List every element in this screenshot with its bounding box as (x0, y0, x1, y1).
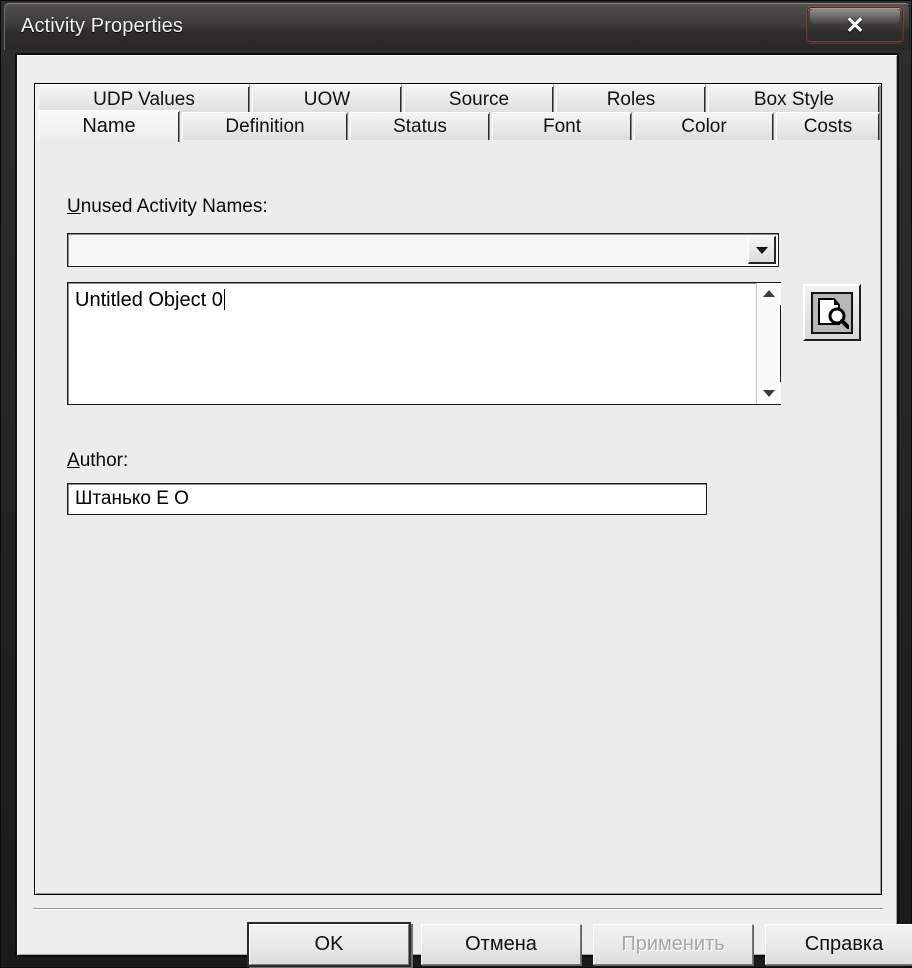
tab-source[interactable]: Source (404, 85, 554, 113)
ok-button-label: OK (314, 933, 344, 955)
activity-name-text: Untitled Object 0 (75, 289, 223, 311)
unused-activity-names-accel: U (67, 196, 81, 217)
activity-name-scrollbar[interactable] (756, 283, 781, 404)
document-magnifier-icon (811, 291, 853, 334)
tab-definition[interactable]: Definition (182, 112, 348, 140)
tab-roles[interactable]: Roles (556, 85, 706, 113)
tab-label: Font (542, 115, 582, 137)
activity-name-textarea[interactable]: Untitled Object 0 (67, 282, 781, 405)
help-button[interactable]: Справка (765, 924, 912, 965)
tab-label: Source (448, 88, 510, 110)
tab-status[interactable]: Status (350, 112, 490, 140)
text-caret (223, 289, 225, 310)
tab-row-bottom: Name Definition Status Font Color Costs (34, 110, 882, 142)
chevron-down-icon[interactable] (748, 236, 776, 264)
tab-label: UDP Values (93, 88, 195, 110)
tab-udp-values[interactable]: UDP Values (38, 85, 250, 113)
activity-name-value: Untitled Object 0 (75, 289, 225, 312)
unused-activity-names-label-text: nused Activity Names: (80, 196, 268, 217)
author-accel: A (67, 450, 80, 471)
author-value: Штанько Е О (75, 488, 189, 509)
author-label: Author: (67, 450, 128, 472)
tab-label: Box Style (753, 88, 835, 110)
ok-button[interactable]: OK (249, 924, 409, 965)
tab-page-name: Unused Activity Names: Untitled Object 0 (35, 84, 883, 896)
tab-label: UOW (303, 88, 351, 110)
tab-label: Costs (803, 115, 853, 137)
author-label-text: uthor: (79, 450, 129, 471)
title-bar[interactable]: Activity Properties ✕ (4, 3, 910, 50)
cancel-button-label: Отмена (465, 933, 537, 955)
scroll-up-icon[interactable] (757, 283, 781, 305)
dialog-client-area: Unused Activity Names: Untitled Object 0 (15, 53, 912, 965)
tab-strip: UDP Values UOW Source Roles Box Style Name De… (34, 83, 882, 142)
tab-costs[interactable]: Costs (776, 112, 880, 140)
tab-label: Roles (606, 88, 656, 110)
unused-activity-names-label: Unused Activity Names: (67, 196, 268, 218)
dialog-window: Activity Properties ✕ Unused Activity Na… (0, 0, 912, 968)
tab-uow[interactable]: UOW (252, 85, 402, 113)
cancel-button[interactable]: Отмена (421, 924, 581, 965)
tab-label: Definition (225, 115, 305, 137)
close-button[interactable]: ✕ (807, 7, 903, 43)
tab-label: Color (681, 115, 727, 137)
tab-color[interactable]: Color (634, 112, 774, 140)
scroll-down-icon[interactable] (757, 382, 781, 404)
window-title: Activity Properties (21, 15, 183, 37)
apply-button: Применить (593, 924, 753, 965)
close-icon: ✕ (845, 11, 865, 38)
tab-name[interactable]: Name (38, 110, 180, 142)
tab-font[interactable]: Font (492, 112, 632, 140)
tab-box-style[interactable]: Box Style (708, 85, 880, 113)
name-lookup-button[interactable] (803, 284, 861, 341)
help-button-label: Справка (804, 933, 884, 955)
button-bar-separator (33, 908, 883, 910)
author-input[interactable]: Штанько Е О (67, 483, 707, 515)
tab-row-top: UDP Values UOW Source Roles Box Style (34, 83, 882, 113)
tab-label: Name (82, 115, 136, 137)
unused-activity-names-combobox[interactable] (67, 233, 779, 267)
tab-page-panel: Unused Activity Names: Untitled Object 0 (34, 83, 882, 895)
apply-button-label: Применить (621, 933, 725, 955)
tab-label: Status (393, 115, 447, 137)
